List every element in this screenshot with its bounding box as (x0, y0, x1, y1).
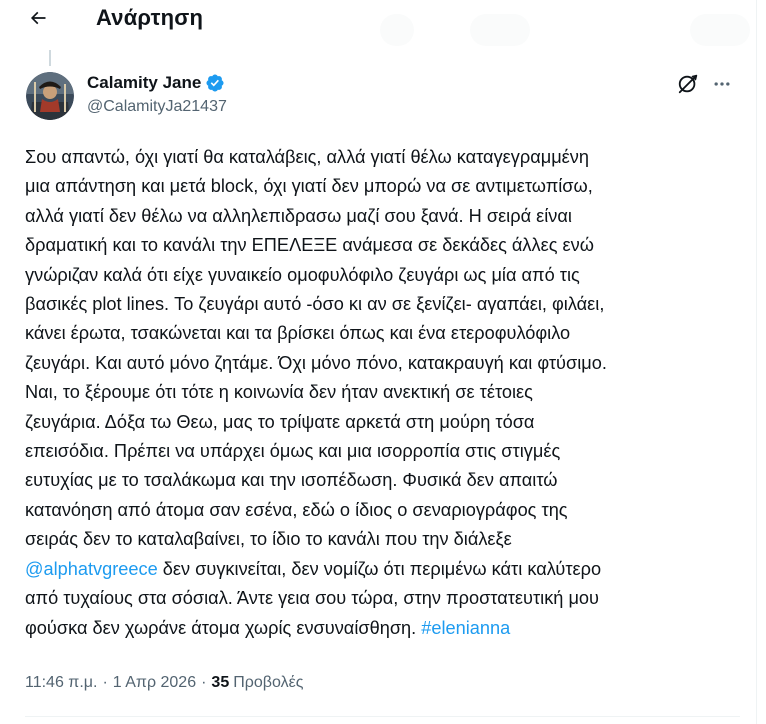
divider (25, 716, 740, 717)
more-options-button[interactable] (706, 72, 738, 100)
views-count: 35 (211, 674, 230, 691)
header-ghost-shape (690, 14, 750, 46)
tweet-date[interactable]: 1 Απρ 2026 (113, 674, 196, 692)
page-header: Ανάρτηση (0, 0, 756, 42)
thread-connector-line (49, 50, 51, 66)
grok-icon (677, 73, 699, 100)
page-title: Ανάρτηση (96, 5, 204, 30)
grok-button[interactable] (674, 72, 702, 100)
meta-separator: · (201, 674, 207, 691)
author-name-text: Calamity Jane (87, 73, 202, 92)
views-label: Προβολές (233, 674, 304, 691)
verified-badge-icon[interactable] (205, 73, 225, 93)
meta-separator: · (102, 674, 108, 691)
header-ghost-shape (470, 14, 530, 46)
back-arrow-icon (28, 8, 48, 33)
tweet-text: Σου απαντώ, όχι γιατί θα καταλάβεις, αλλ… (25, 143, 725, 643)
tweet-text-part: Σου απαντώ, όχι γιατί θα καταλάβεις, αλλ… (25, 147, 607, 550)
header-ghost-shape (380, 14, 414, 46)
tweet-time[interactable]: 11:46 π.μ. (25, 674, 97, 692)
tweet-meta: 11:46 π.μ. · 1 Απρ 2026 · 35 Προβολές (25, 674, 303, 692)
avatar[interactable] (26, 72, 74, 120)
author-name[interactable]: Calamity Jane (87, 73, 225, 93)
mention-link[interactable]: @alphatvgreece (25, 559, 158, 579)
author-handle[interactable]: @CalamityJa21437 (87, 98, 227, 116)
post-page: Ανάρτηση Calamity Jane @CalamityJa21437 … (0, 0, 757, 724)
hashtag-link[interactable]: #elenianna (421, 618, 510, 638)
more-icon (712, 74, 732, 99)
back-button[interactable] (20, 2, 56, 38)
